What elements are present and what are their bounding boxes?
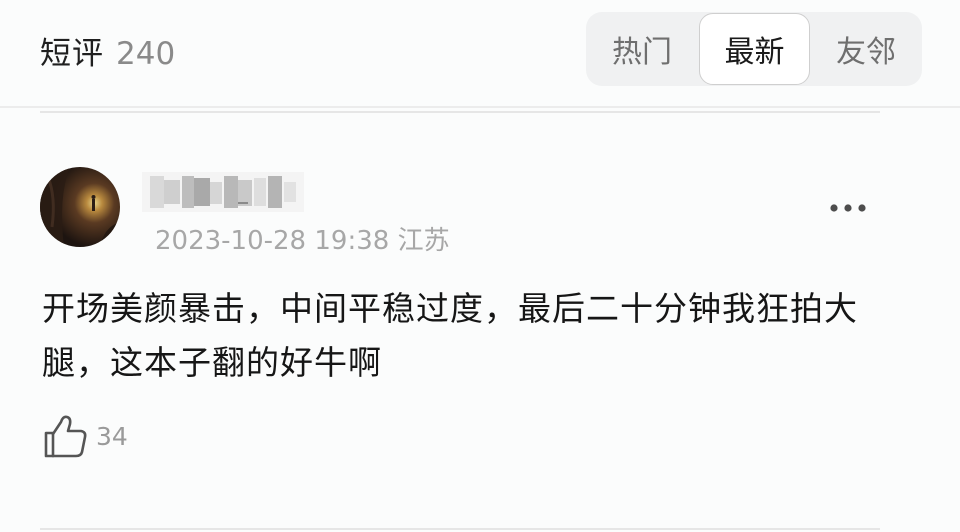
tab-latest[interactable]: 最新 [699, 13, 810, 85]
comment-text: 开场美颜暴击，中间平稳过度，最后二十分钟我狂拍大腿，这本子翻的好牛啊 [42, 289, 858, 382]
like-button[interactable]: 34 [40, 410, 128, 462]
comments-header: 短评 240 热门 最新 友邻 [0, 0, 960, 108]
more-options-button[interactable] [822, 190, 874, 226]
comment-count: 240 [116, 36, 176, 72]
username-obscured[interactable] [142, 172, 304, 212]
tab-friends[interactable]: 友邻 [811, 12, 921, 86]
section-title-label: 短评 [40, 36, 104, 72]
comment-meta: 2023-10-28 19:38 江苏 [155, 220, 450, 257]
username-mosaic [142, 172, 304, 212]
more-dots-icon [830, 204, 866, 212]
section-title: 短评 240 [40, 28, 175, 73]
comments-panel: 短评 240 热门 最新 友邻 2023-10-28 19:38 江苏 开场美颜… [0, 0, 960, 532]
avatar-image [40, 167, 120, 247]
thumbs-up-icon [44, 415, 87, 458]
avatar[interactable] [40, 167, 120, 247]
tab-hot[interactable]: 热门 [586, 12, 698, 86]
comment-location: 江苏 [397, 226, 450, 256]
sort-tabs: 热门 最新 友邻 [586, 12, 922, 86]
header-divider [40, 111, 880, 113]
comment-divider [40, 528, 880, 530]
comment-datetime: 2023-10-28 19:38 [155, 226, 390, 256]
like-count: 34 [96, 421, 128, 451]
